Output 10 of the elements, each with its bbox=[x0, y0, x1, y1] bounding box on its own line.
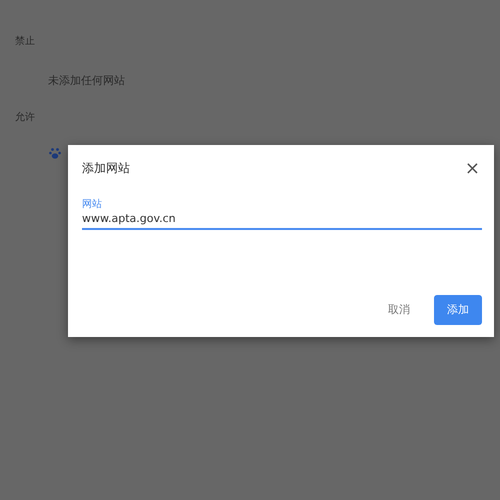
empty-message: 未添加任何网站 bbox=[48, 73, 126, 88]
section-heading: 禁止 bbox=[15, 34, 36, 48]
add-button[interactable]: 添加 bbox=[434, 294, 482, 324]
field-label: 网站 bbox=[82, 198, 103, 211]
dialog-title: 添加网站 bbox=[82, 160, 130, 176]
paw-icon bbox=[49, 147, 61, 159]
close-button[interactable]: × bbox=[462, 158, 482, 178]
section-heading: 允许 bbox=[15, 110, 36, 124]
site-input-field[interactable]: www.apta.gov.cn bbox=[82, 211, 482, 230]
cancel-button[interactable]: 取消 bbox=[382, 294, 416, 325]
